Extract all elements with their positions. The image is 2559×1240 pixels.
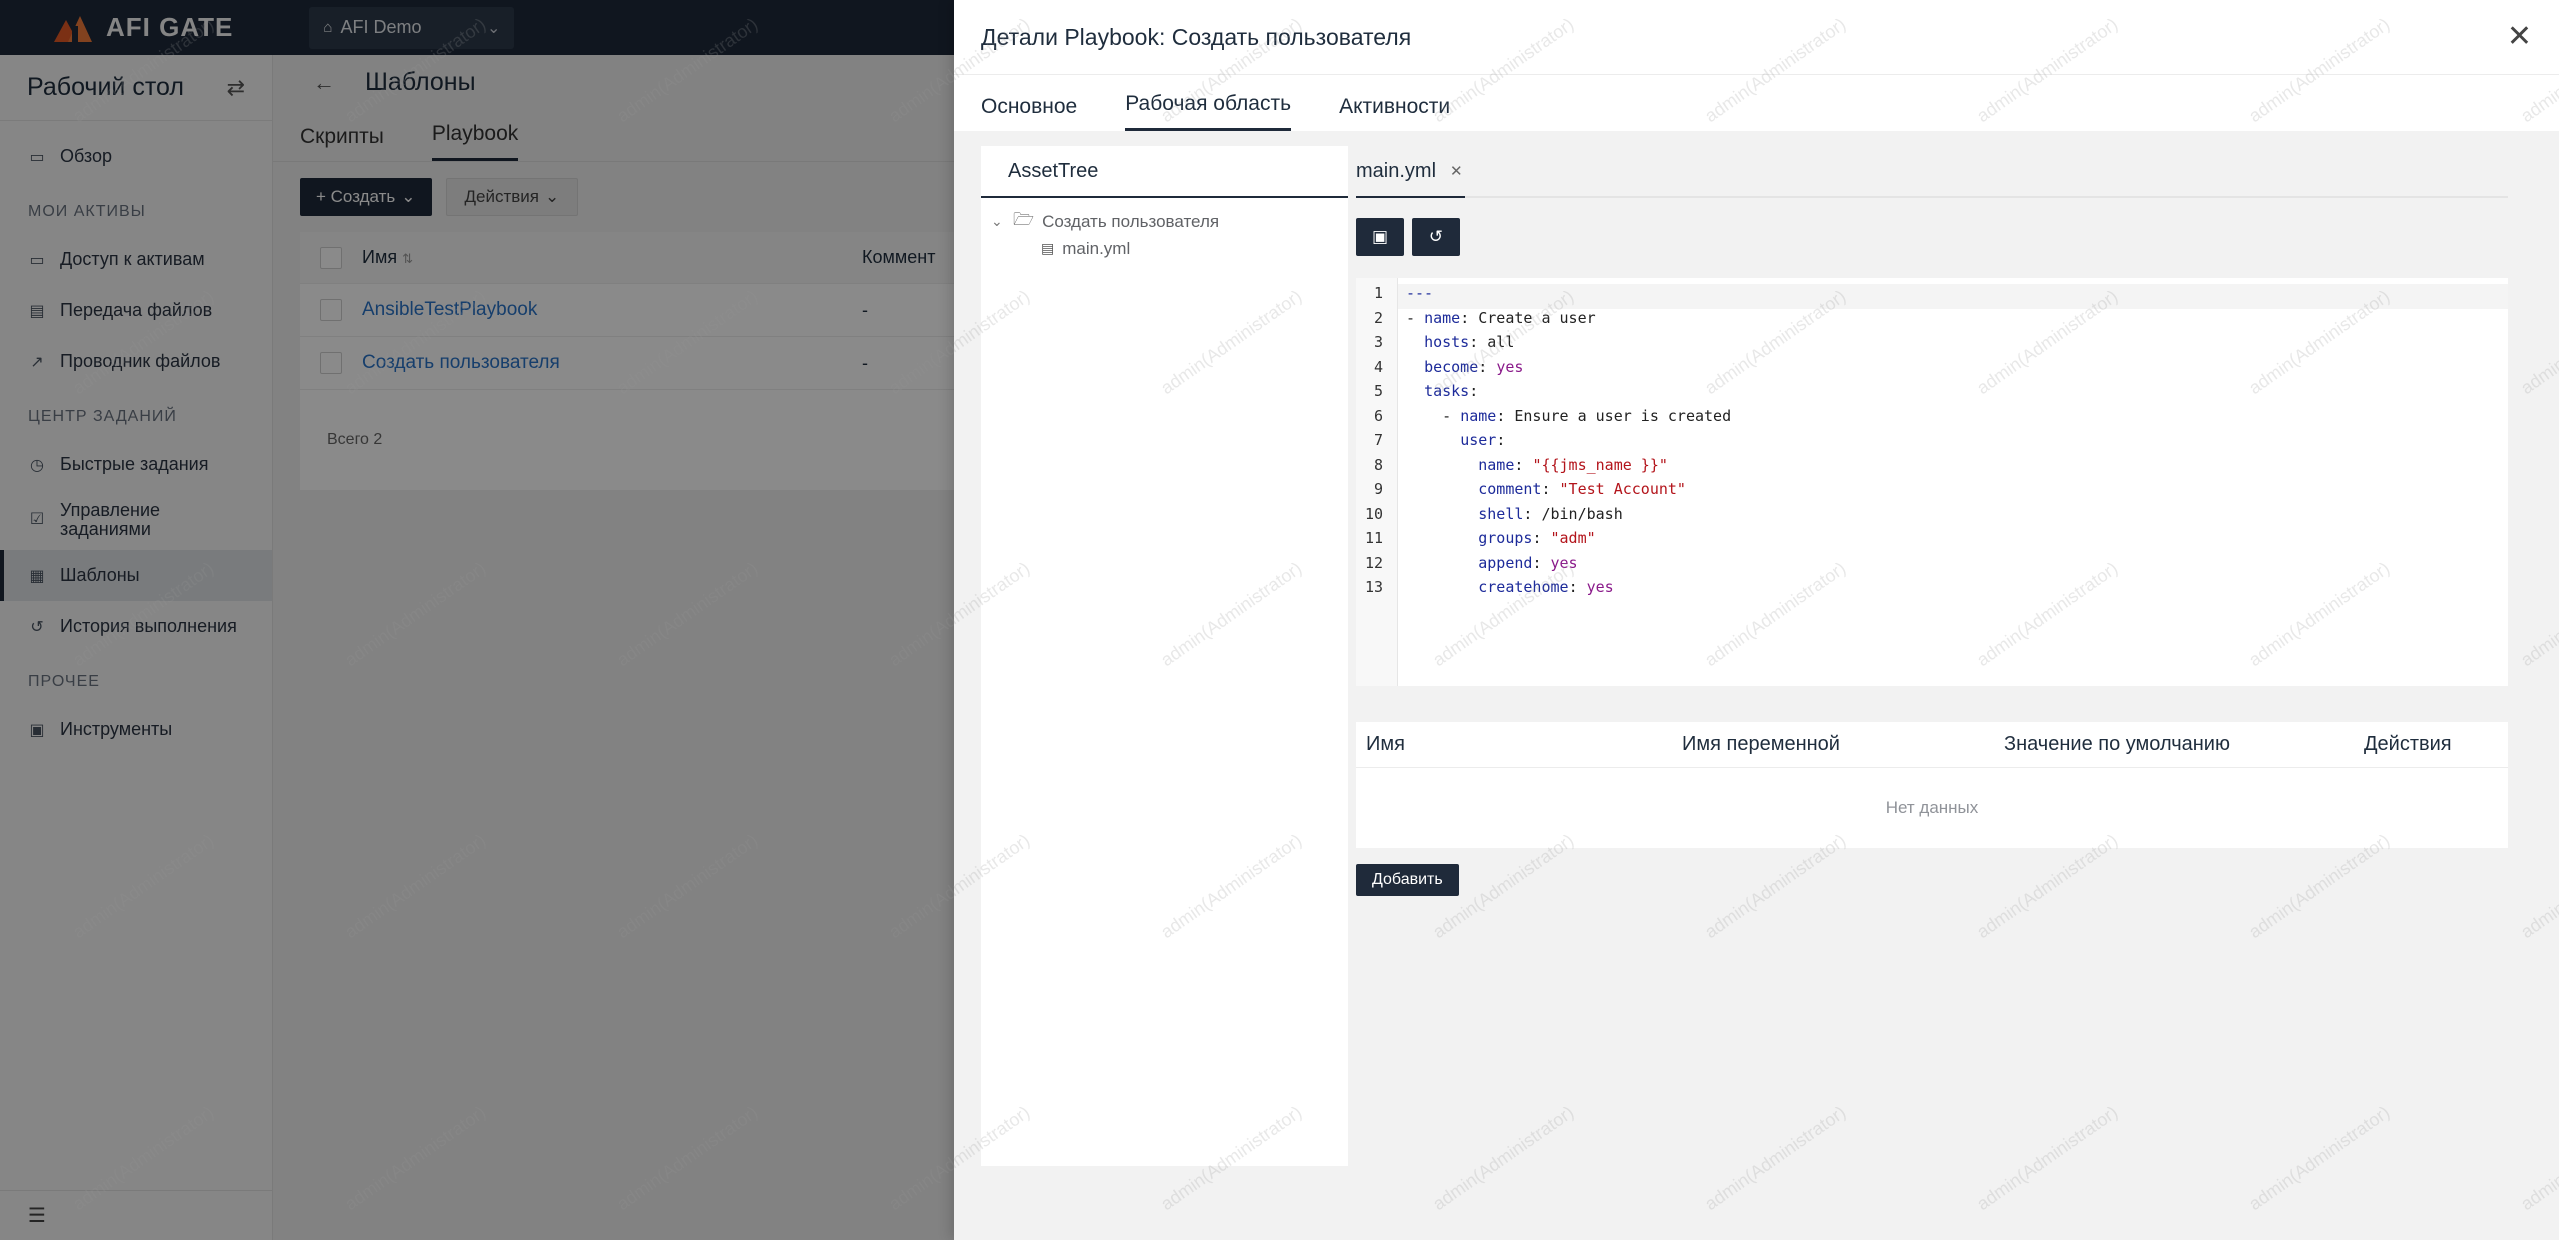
variables-table: Имя Имя переменной Значение по умолчанию… [1356,722,2508,848]
column-header-default: Значение по умолчанию [2004,733,2230,755]
line-numbers: 1 2 3 4 5 6 7 8 9 10 11 12 13 [1356,278,1398,686]
reset-icon[interactable]: ↺ [1412,218,1460,256]
line-number: 4 [1373,357,1383,376]
code-line: createhome: yes [1478,578,1614,596]
code-line: --- [1398,284,2508,309]
code-line: append: yes [1478,553,1578,572]
close-icon[interactable]: ✕ [2507,22,2532,52]
code-line: shell: /bin/bash [1478,504,1623,523]
code-line: comment: "Test Account" [1478,480,1686,498]
tab-activities[interactable]: Активности [1339,95,1450,131]
line-number: 8 [1373,455,1383,474]
code-editor[interactable]: 1 2 3 4 5 6 7 8 9 10 11 12 13 --- - name: Create a us… [1356,278,2508,686]
empty-state: Нет данных [1885,798,1979,817]
tree-node-file[interactable]: ▤ main.yml [991,235,1348,262]
line-number: 5 [1373,382,1383,400]
column-header-variable: Имя переменной [1682,733,1840,755]
code-line: groups: "adm" [1478,529,1596,547]
drawer-title: Детали Playbook: Создать пользователя [981,23,1412,50]
code-line: - name: Create a user [1406,308,1596,327]
code-line: hosts: all [1424,333,1515,351]
tab-basic[interactable]: Основное [981,95,1077,131]
asset-tree-tab[interactable]: AssetTree [981,146,1348,198]
line-number: 3 [1373,333,1383,351]
close-tab-icon[interactable]: ✕ [1450,162,1463,180]
line-number: 1 [1373,284,1383,302]
code-line: user: [1460,431,1506,449]
add-variable-button[interactable]: Добавить [1356,864,1459,896]
chevron-down-icon[interactable]: ⌄ [991,213,1005,230]
line-number: 2 [1373,308,1383,327]
editor-toolbar: ▣ ↺ [1356,218,2508,256]
tree-file-label: main.yml [1062,238,1131,258]
save-icon[interactable]: ▣ [1356,218,1404,256]
asset-tree-panel: AssetTree ⌄ 🗁 Создать пользователя ▤ mai… [981,146,1348,1166]
file-tab-label: main.yml [1356,159,1437,182]
file-tab[interactable]: main.yml ✕ [1356,146,1465,198]
line-number: 6 [1373,406,1383,425]
line-number: 10 [1364,504,1383,523]
drawer-tabs: Основное Рабочая область Активности [954,75,2559,131]
modal-overlay[interactable] [0,0,954,1240]
tab-workspace[interactable]: Рабочая область [1125,92,1292,131]
line-number: 13 [1364,578,1383,596]
playbook-details-drawer: Детали Playbook: Создать пользователя ✕ … [954,0,2559,1240]
code-line: - name: Ensure a user is created [1406,406,1732,425]
code-line: name: "{{jms_name }}" [1478,455,1668,474]
file-icon: ▤ [1041,240,1055,256]
variables-table-header: Имя Имя переменной Значение по умолчанию… [1356,722,2508,768]
folder-open-icon: 🗁 [1013,210,1035,229]
code-line: become: yes [1424,357,1524,376]
tree-node-folder[interactable]: ⌄ 🗁 Создать пользователя [991,208,1348,235]
workspace-editor: main.yml ✕ ▣ ↺ 1 2 3 4 5 6 7 8 9 10 11 12 13 --- - na… [1356,146,2508,896]
tree-folder-label: Создать пользователя [1042,211,1220,231]
line-number: 7 [1373,431,1383,449]
line-number: 9 [1373,480,1383,498]
column-header-name: Имя [1366,733,1405,755]
line-number: 11 [1364,529,1383,547]
line-number: 12 [1364,553,1383,572]
column-header-actions: Действия [2364,733,2452,755]
code-lines[interactable]: --- - name: Create a user hosts: all beco… [1398,278,2508,686]
tab-divider [1356,196,2508,198]
drawer-header: Детали Playbook: Создать пользователя ✕ [954,0,2559,75]
code-line: tasks: [1424,382,1479,400]
